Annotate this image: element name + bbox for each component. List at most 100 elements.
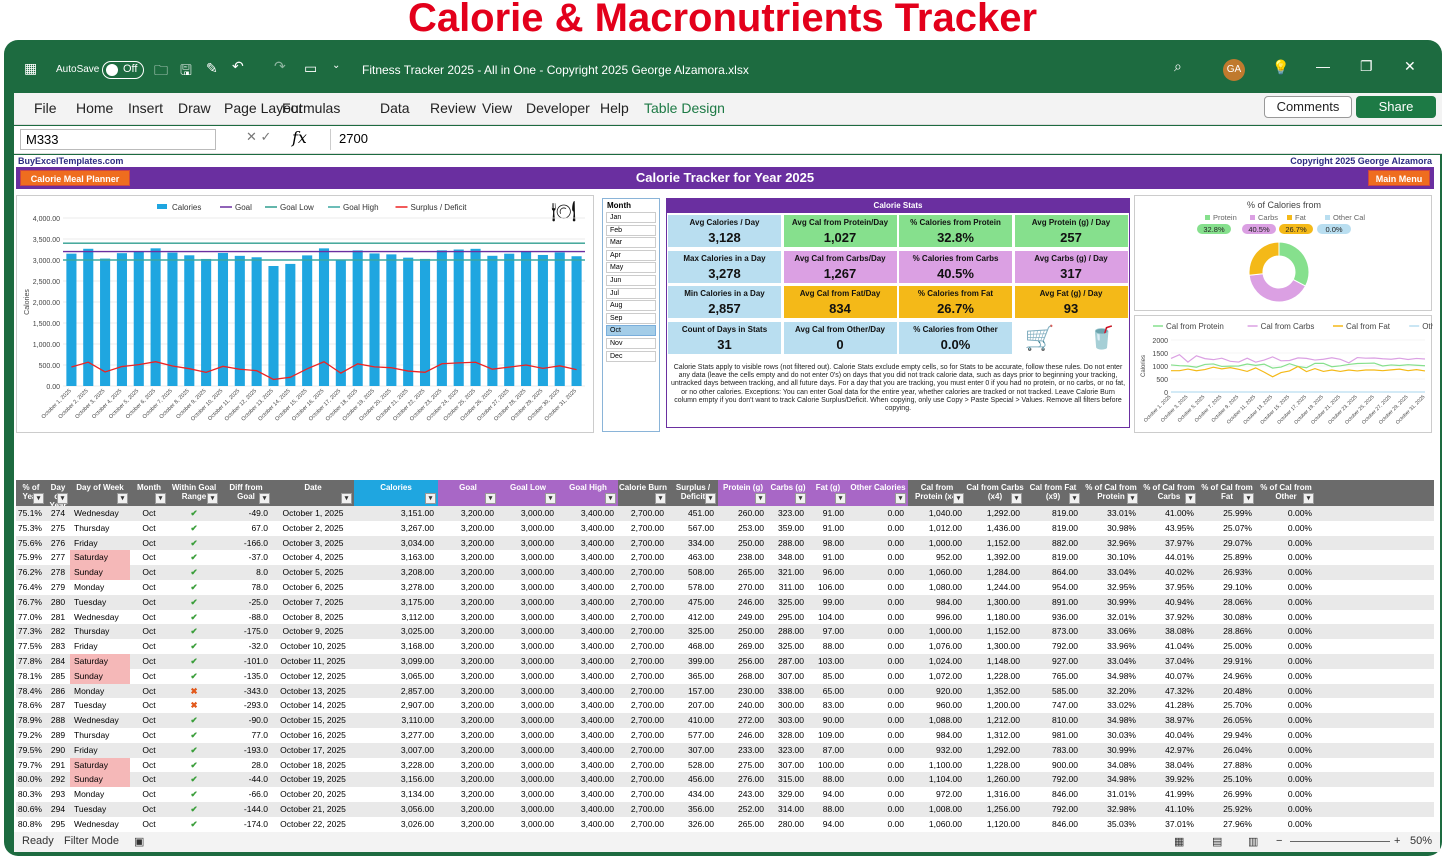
filter-dropdown-icon[interactable]: ▾ <box>207 493 218 504</box>
table-cell[interactable]: October 13, 2025 <box>272 684 354 699</box>
check-icon[interactable]: ✔ <box>168 743 220 758</box>
table-cell[interactable]: 31.01% <box>1082 787 1140 802</box>
table-cell[interactable]: 94.00 <box>808 817 848 832</box>
table-cell[interactable]: -293.0 <box>220 698 272 713</box>
table-cell[interactable]: 268.00 <box>718 669 768 684</box>
table-cell[interactable]: 2,700.00 <box>618 743 668 758</box>
accessibility-icon[interactable]: ▣ <box>134 835 144 848</box>
page-layout-icon[interactable]: ▤ <box>1212 835 1222 848</box>
table-cell[interactable]: 3,400.00 <box>558 669 618 684</box>
table-cell[interactable]: 77.3% <box>16 624 46 639</box>
table-cell[interactable]: 83.00 <box>808 698 848 713</box>
table-cell[interactable]: 3,168.00 <box>354 639 438 654</box>
table-cell[interactable]: 41.99% <box>1140 787 1198 802</box>
table-cell[interactable]: 99.00 <box>808 595 848 610</box>
table-cell[interactable]: 26.04% <box>1198 743 1256 758</box>
table-cell[interactable]: October 10, 2025 <box>272 639 354 654</box>
table-cell[interactable]: 67.0 <box>220 521 272 536</box>
table-cell[interactable]: 2,700.00 <box>618 772 668 787</box>
table-cell[interactable]: 3,400.00 <box>558 743 618 758</box>
table-cell[interactable]: 307.00 <box>768 669 808 684</box>
table-cell[interactable]: 0.00 <box>848 610 908 625</box>
table-cell[interactable]: 3,151.00 <box>354 506 438 521</box>
table-cell[interactable]: Oct <box>130 639 168 654</box>
table-cell[interactable]: 2,700.00 <box>618 758 668 773</box>
column-header[interactable]: Protein (g) ▾ <box>718 480 768 506</box>
table-cell[interactable]: 1,060.00 <box>908 565 966 580</box>
table-cell[interactable]: 1,072.00 <box>908 669 966 684</box>
table-cell[interactable]: 2,700.00 <box>618 817 668 832</box>
table-cell[interactable]: Thursday <box>70 728 130 743</box>
table-cell[interactable]: 77.8% <box>16 654 46 669</box>
table-cell[interactable]: Wednesday <box>70 817 130 832</box>
table-cell[interactable]: 29.94% <box>1198 728 1256 743</box>
column-header[interactable]: Carbs (g) ▾ <box>768 480 808 506</box>
table-cell[interactable]: 2,700.00 <box>618 550 668 565</box>
minimize-icon[interactable]: — <box>1316 58 1330 74</box>
table-cell[interactable]: 207.00 <box>668 698 718 713</box>
table-cell[interactable]: 3,200.00 <box>438 550 498 565</box>
filter-dropdown-icon[interactable]: ▾ <box>1011 493 1022 504</box>
table-cell[interactable]: 307.00 <box>668 743 718 758</box>
table-cell[interactable]: 325.00 <box>768 639 808 654</box>
ribbon-tab-developer[interactable]: Developer <box>526 100 590 116</box>
table-cell[interactable]: 25.10% <box>1198 772 1256 787</box>
table-cell[interactable]: Monday <box>70 787 130 802</box>
table-cell[interactable]: 3,000.00 <box>498 580 558 595</box>
table-cell[interactable]: 33.02% <box>1082 698 1140 713</box>
table-cell[interactable]: 3,110.00 <box>354 713 438 728</box>
filter-dropdown-icon[interactable]: ▾ <box>895 493 906 504</box>
table-cell[interactable]: October 8, 2025 <box>272 610 354 625</box>
table-cell[interactable]: 0.00 <box>848 654 908 669</box>
check-icon[interactable]: ✔ <box>168 580 220 595</box>
table-cell[interactable]: 3,200.00 <box>438 654 498 669</box>
table-cell[interactable]: 37.01% <box>1140 817 1198 832</box>
table-cell[interactable]: 3,400.00 <box>558 654 618 669</box>
month-item-oct[interactable]: Oct <box>606 325 656 337</box>
table-cell[interactable]: 8.0 <box>220 565 272 580</box>
table-cell[interactable]: 399.00 <box>668 654 718 669</box>
table-cell[interactable]: -88.0 <box>220 610 272 625</box>
table-cell[interactable]: 2,857.00 <box>354 684 438 699</box>
table-cell[interactable]: 157.00 <box>668 684 718 699</box>
table-cell[interactable]: 1,284.00 <box>966 565 1024 580</box>
column-header[interactable]: Day of Year▾ <box>46 480 70 506</box>
table-cell[interactable]: Wednesday <box>70 610 130 625</box>
table-cell[interactable]: 246.00 <box>718 728 768 743</box>
table-cell[interactable]: 1,076.00 <box>908 639 966 654</box>
table-cell[interactable]: 451.00 <box>668 506 718 521</box>
table-cell[interactable]: 29.07% <box>1198 536 1256 551</box>
table-cell[interactable]: 97.00 <box>808 624 848 639</box>
table-cell[interactable]: 3,000.00 <box>498 565 558 580</box>
table-cell[interactable]: Oct <box>130 772 168 787</box>
column-header[interactable]: Cal from Protein (x4) ▾ <box>908 480 966 506</box>
table-cell[interactable]: Oct <box>130 521 168 536</box>
table-cell[interactable]: 412.00 <box>668 610 718 625</box>
table-cell[interactable]: 1,292.00 <box>966 743 1024 758</box>
table-cell[interactable]: 27.96% <box>1198 817 1256 832</box>
table-cell[interactable]: 26.99% <box>1198 787 1256 802</box>
table-cell[interactable]: 1,212.00 <box>966 713 1024 728</box>
table-cell[interactable]: 846.00 <box>1024 787 1082 802</box>
table-cell[interactable]: 0.00 <box>848 698 908 713</box>
save-icon[interactable]: 🖫 <box>180 60 192 84</box>
table-cell[interactable]: 75.3% <box>16 521 46 536</box>
table-cell[interactable]: 3,400.00 <box>558 698 618 713</box>
table-cell[interactable]: 2,700.00 <box>618 595 668 610</box>
table-cell[interactable]: 39.92% <box>1140 772 1198 787</box>
table-cell[interactable]: 3,000.00 <box>498 728 558 743</box>
table-cell[interactable]: 250.00 <box>718 536 768 551</box>
table-cell[interactable]: 0.00 <box>848 580 908 595</box>
table-cell[interactable]: 3,000.00 <box>498 802 558 817</box>
column-header[interactable]: Within Goal Range ▾ <box>168 480 220 506</box>
table-cell[interactable]: Friday <box>70 639 130 654</box>
table-cell[interactable]: 0.00% <box>1256 698 1316 713</box>
table-cell[interactable]: 275 <box>46 521 70 536</box>
table-cell[interactable]: 0.00% <box>1256 610 1316 625</box>
table-cell[interactable]: 1,024.00 <box>908 654 966 669</box>
table-cell[interactable]: 238.00 <box>718 550 768 565</box>
table-cell[interactable]: 272.00 <box>718 713 768 728</box>
table-cell[interactable]: October 1, 2025 <box>272 506 354 521</box>
column-header[interactable]: % of Year ▾ <box>16 480 46 506</box>
table-cell[interactable]: 295.00 <box>768 610 808 625</box>
